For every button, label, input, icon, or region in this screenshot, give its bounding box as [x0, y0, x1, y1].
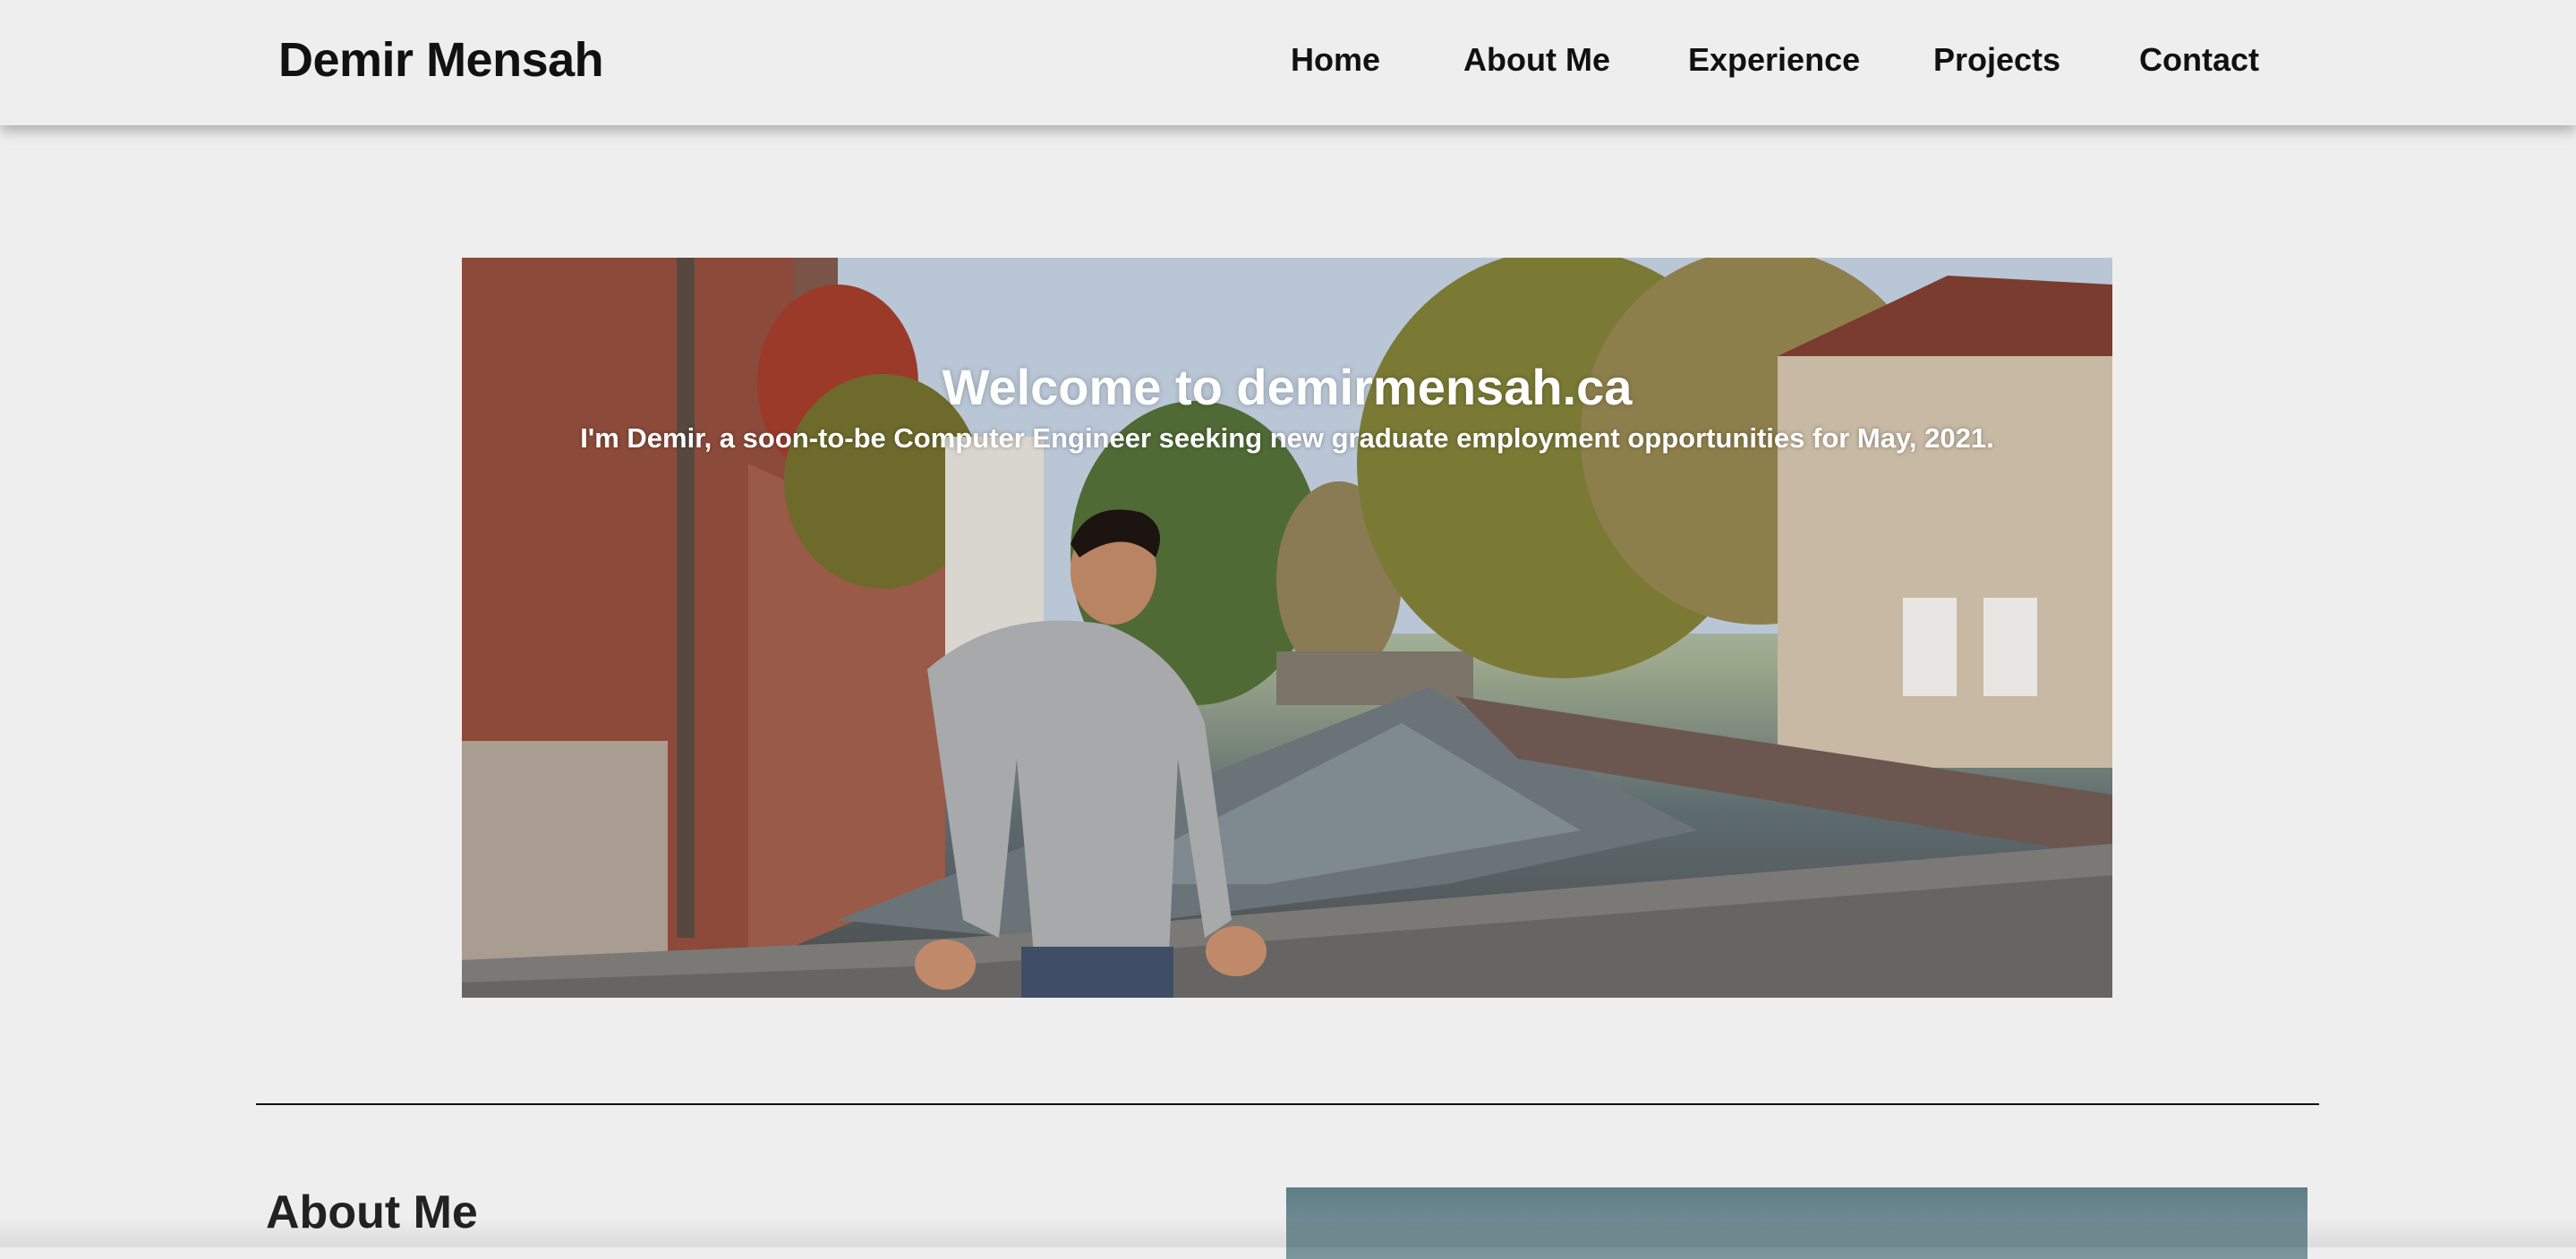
nav-link-experience[interactable]: Experience: [1688, 41, 1860, 79]
about-image: [1286, 1187, 2307, 1259]
nav-link-about-me[interactable]: About Me: [1463, 41, 1610, 79]
nav-link-projects[interactable]: Projects: [1933, 41, 2060, 79]
hero-banner: Welcome to demirmensah.ca I'm Demir, a s…: [462, 258, 2112, 998]
brand-logo-link[interactable]: Demir Mensah: [278, 32, 604, 88]
navbar: Demir Mensah Home About Me Experience Pr…: [0, 0, 2576, 125]
hero-subtitle: I'm Demir, a soon-to-be Computer Enginee…: [580, 422, 1994, 454]
section-divider: [256, 1103, 2319, 1105]
nav-link-home[interactable]: Home: [1291, 41, 1380, 79]
about-section-title: About Me: [266, 1187, 478, 1238]
hero-title: Welcome to demirmensah.ca: [942, 359, 1633, 415]
nav-link-contact[interactable]: Contact: [2139, 41, 2259, 79]
